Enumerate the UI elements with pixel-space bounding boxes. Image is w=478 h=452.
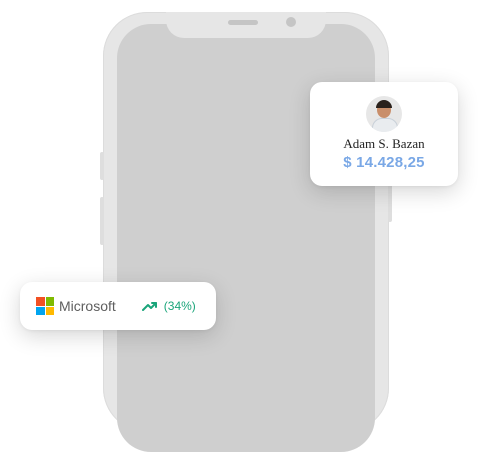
- phone-mockup: [100, 12, 392, 452]
- profile-amount: $ 14.428,25: [343, 154, 425, 171]
- profile-name: Adam S. Bazan: [343, 136, 425, 151]
- stock-card: Microsoft (34%): [20, 282, 216, 330]
- phone-speaker: [228, 20, 258, 25]
- phone-volume-button: [100, 197, 104, 245]
- phone-notch: [166, 12, 326, 38]
- trend-value: (34%): [163, 299, 196, 313]
- company-name: Microsoft: [59, 298, 116, 314]
- phone-camera: [286, 17, 296, 27]
- phone-side-button: [100, 152, 104, 180]
- trending-up-icon: [141, 302, 157, 311]
- profile-card: Adam S. Bazan $ 14.428,25: [310, 82, 458, 186]
- avatar: [366, 96, 402, 132]
- trend-indicator: (34%): [141, 299, 196, 313]
- microsoft-logo-icon: [36, 297, 54, 315]
